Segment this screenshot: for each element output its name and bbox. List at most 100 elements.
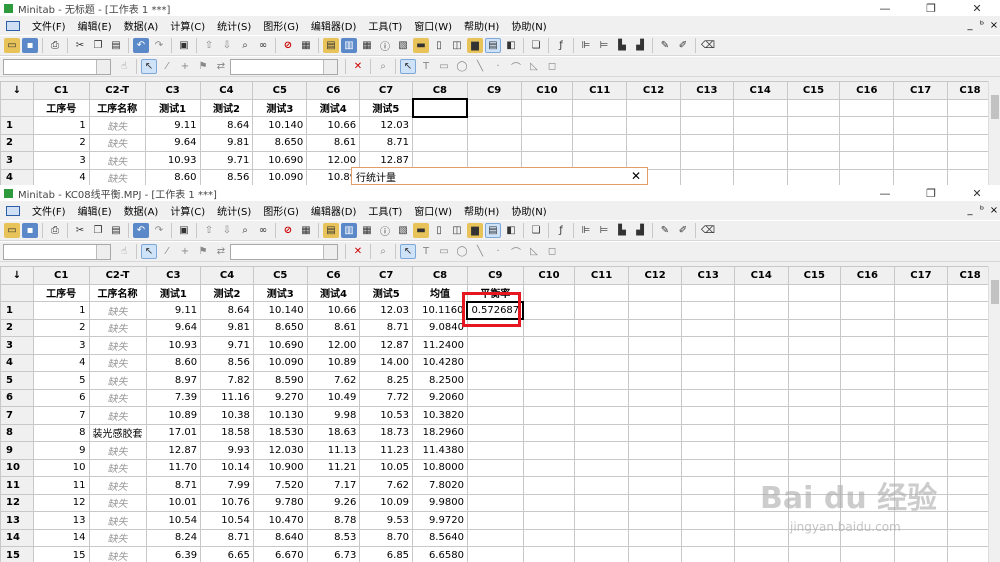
empty-cell[interactable]	[893, 353, 949, 372]
empty-cell[interactable]	[681, 511, 735, 530]
data-cell[interactable]: 10.470	[252, 511, 308, 530]
data-cell[interactable]: 10.14	[200, 458, 254, 477]
menu-tools[interactable]: 工具(T)	[362, 203, 408, 218]
empty-cell[interactable]	[732, 151, 788, 170]
layout-icon[interactable]: ▤	[485, 38, 501, 53]
polyline-tool-icon[interactable]: ⌒	[508, 244, 524, 259]
empty-cell[interactable]	[947, 133, 993, 152]
chart-bar-icon[interactable]: ⊫	[578, 38, 594, 53]
empty-cell[interactable]	[572, 116, 628, 135]
bottom-scrollbar[interactable]	[988, 266, 1000, 562]
data-cell[interactable]: 10.130	[252, 406, 308, 425]
data-cell[interactable]: 7.39	[145, 388, 202, 407]
menu-assist[interactable]: 协助(N)	[505, 18, 552, 33]
empty-cell[interactable]	[733, 353, 789, 372]
cut-icon[interactable]: ✂	[72, 223, 88, 238]
report-icon[interactable]: ▧	[395, 223, 411, 238]
empty-cell[interactable]	[522, 493, 576, 512]
empty-cell[interactable]	[893, 371, 949, 390]
restore-button[interactable]: ❐	[908, 2, 954, 15]
empty-cell[interactable]	[522, 388, 576, 407]
data-cell[interactable]: 缺失	[88, 476, 147, 495]
empty-cell[interactable]	[522, 353, 576, 372]
data-cell[interactable]: 8.56	[200, 353, 254, 372]
data-cell[interactable]: 10.140	[252, 301, 308, 320]
data-cell[interactable]: 7.520	[252, 476, 308, 495]
empty-cell[interactable]	[681, 441, 735, 460]
empty-cell[interactable]	[574, 353, 629, 372]
child-minimize-button[interactable]: _	[964, 205, 976, 216]
data-cell[interactable]: 8.70	[359, 528, 414, 547]
empty-cell[interactable]	[840, 318, 895, 337]
empty-cell[interactable]	[627, 546, 683, 562]
data-cell[interactable]: 12.87	[359, 336, 414, 355]
data-cell[interactable]: 6.85	[359, 546, 414, 562]
empty-cell[interactable]	[787, 546, 842, 562]
layout2-icon[interactable]: ◧	[503, 38, 519, 53]
redo-icon[interactable]: ↷	[151, 38, 167, 53]
data-cell[interactable]: 10	[32, 458, 90, 477]
data-cell[interactable]: 18.58	[200, 423, 254, 442]
column-header[interactable]: C10	[520, 81, 574, 100]
print-icon[interactable]: ⎙	[47, 38, 63, 53]
column-name-cell[interactable]	[786, 98, 841, 117]
empty-cell[interactable]	[681, 458, 735, 477]
top-scrollbar[interactable]	[988, 81, 1000, 185]
row-header[interactable]: 1	[0, 116, 34, 135]
row-header[interactable]: 9	[0, 441, 34, 460]
menu-assist[interactable]: 协助(N)	[505, 203, 552, 218]
data-cell[interactable]	[466, 493, 524, 512]
data-cell[interactable]: 2	[32, 133, 90, 152]
data-cell[interactable]: 缺失	[88, 168, 146, 185]
graph-combo[interactable]	[3, 243, 111, 260]
graph-folder-icon[interactable]: ▆	[467, 38, 483, 53]
data-cell[interactable]: 10.66	[306, 116, 361, 135]
data-cell[interactable]: 12	[32, 493, 90, 512]
column-name-cell[interactable]	[679, 98, 734, 117]
column-name-cell[interactable]	[466, 98, 522, 117]
column-header[interactable]: C1	[32, 266, 90, 285]
undo-icon[interactable]: ↶	[133, 38, 149, 53]
data-cell[interactable]: 10.54	[200, 511, 254, 530]
empty-cell[interactable]	[947, 318, 993, 337]
binoculars-icon[interactable]: ∞	[255, 223, 271, 238]
paste-icon[interactable]: ▤	[108, 223, 124, 238]
redo-icon[interactable]: ↷	[151, 223, 167, 238]
column-name-cell[interactable]: 工序号	[32, 283, 90, 302]
column-header[interactable]: C10	[522, 266, 576, 285]
empty-cell[interactable]	[733, 546, 789, 562]
minimize-button[interactable]: —	[862, 2, 908, 15]
data-cell[interactable]: 缺失	[88, 151, 146, 170]
data-cell[interactable]: 18.530	[252, 423, 308, 442]
empty-cell[interactable]	[893, 546, 949, 562]
element-combo[interactable]	[230, 243, 338, 260]
column-header[interactable]: C5	[252, 266, 308, 285]
dot-tool-icon[interactable]: ·	[490, 59, 506, 74]
layout-icon[interactable]: ▤	[485, 223, 501, 238]
empty-cell[interactable]	[947, 371, 993, 390]
data-cell[interactable]: 8.640	[252, 528, 308, 547]
data-cell[interactable]: 8.25	[359, 371, 414, 390]
data-cell[interactable]: 9.81	[199, 133, 254, 152]
data-cell[interactable]: 10.1160	[412, 301, 468, 320]
empty-cell[interactable]	[627, 441, 683, 460]
data-cell[interactable]: 18.63	[306, 423, 361, 442]
swap-icon[interactable]: ⇄	[213, 244, 229, 259]
data-cell[interactable]	[466, 371, 524, 390]
column-header[interactable]: C6	[306, 81, 361, 100]
data-cell[interactable]: 9.81	[200, 318, 254, 337]
data-cell[interactable]	[466, 353, 524, 372]
zoom-icon[interactable]: ⌕	[375, 244, 391, 259]
empty-cell[interactable]	[574, 318, 629, 337]
empty-cell[interactable]	[627, 528, 683, 547]
graph-combo[interactable]	[3, 58, 111, 75]
copy-icon[interactable]: ❐	[90, 223, 106, 238]
cascade-icon[interactable]: ❏	[528, 38, 544, 53]
chart-bar-icon[interactable]: ⊫	[578, 223, 594, 238]
pointer-icon[interactable]: ☝	[116, 244, 132, 259]
empty-cell[interactable]	[574, 493, 629, 512]
data-cell[interactable]: 9.71	[200, 336, 254, 355]
empty-cell[interactable]	[681, 476, 735, 495]
data-cell[interactable]: 缺失	[88, 406, 147, 425]
menu-calc[interactable]: 计算(C)	[164, 203, 211, 218]
